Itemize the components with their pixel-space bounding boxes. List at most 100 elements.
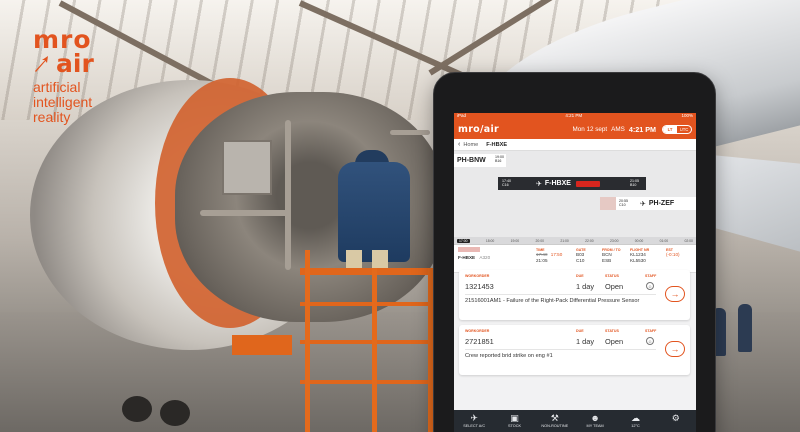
header-date: Mon 12 sept: [573, 126, 608, 133]
workorder-number: 1321453: [465, 282, 494, 291]
tagline-line: artificial: [33, 80, 163, 95]
tab-label: MY TEAM: [587, 424, 604, 428]
staff-avatar-icon[interactable]: ☺: [646, 282, 654, 290]
timeline-bar-ph-zef[interactable]: ✈ PH-ZEF: [616, 197, 696, 210]
timeline-tick-now: 17:00: [457, 239, 470, 243]
flight-to: ESB: [602, 258, 621, 264]
ground-crew: [708, 300, 763, 370]
breadcrumb: ‹ Home F-HBXE: [454, 139, 696, 151]
workorder-label: WORKORDER: [465, 329, 489, 333]
tab-label: NON-ROUTINE: [541, 424, 568, 428]
wrench-icon: ⚒: [551, 413, 559, 423]
status-device: iPad: [457, 113, 466, 119]
breadcrumb-home[interactable]: Home: [463, 142, 478, 148]
timeline-tick: 19:00: [511, 239, 520, 243]
flight-nr-2: KL5530: [630, 258, 649, 264]
tab-weather[interactable]: ☁ 12°C: [618, 413, 652, 428]
platform-leg: [305, 250, 310, 432]
brand-block: mro air artificial intelligent reality: [33, 28, 163, 125]
engine-pipe: [285, 120, 291, 270]
technician: [338, 162, 410, 262]
logo-line1: mro: [33, 28, 92, 51]
workorder-number: 2721851: [465, 337, 494, 346]
timeline-meta: 17:40 C16: [502, 179, 511, 187]
flight-estimate: EST (-0:10): [666, 248, 680, 258]
flight-time-2: 21:05: [536, 258, 562, 264]
timeline-tick: 22:00: [585, 239, 594, 243]
flight-type: A320: [479, 255, 490, 260]
header-airport: AMS: [611, 126, 625, 133]
tab-settings[interactable]: ⚙: [659, 413, 693, 424]
tab-label: STOCK: [508, 424, 521, 428]
brand-logo: mro: [33, 28, 163, 51]
tab-stock[interactable]: ▣ STOCK: [497, 413, 531, 428]
weather-icon: ☁: [631, 413, 640, 423]
flight-time-old: 17:40: [536, 252, 548, 257]
timeline-tick: 02:00: [684, 239, 693, 243]
staff-label: STAFF: [645, 329, 656, 333]
tab-select-aircraft[interactable]: ✈ SELECT A/C: [457, 413, 491, 428]
worker: [738, 304, 752, 352]
staff-avatar-icon[interactable]: ☺: [646, 337, 654, 345]
flight-details-row[interactable]: F-HBXE A320 TIME 17:40 17:50 21:05 GATE …: [454, 245, 696, 273]
timeline-meta: 19:00 B16: [495, 155, 504, 163]
workorder-card[interactable]: WORKORDER 1321453 DUE 1 day STATUS Open …: [459, 270, 690, 320]
flight-route: FROM / TO BCN ESB: [602, 248, 621, 264]
workorder-card[interactable]: WORKORDER 2721851 DUE 1 day STATUS Open …: [459, 325, 690, 375]
status-time: 4:21 PM: [565, 113, 582, 119]
toggle-utc[interactable]: UTC: [677, 126, 691, 133]
tab-non-routine[interactable]: ⚒ NON-ROUTINE: [538, 413, 572, 428]
timezone-toggle[interactable]: LT UTC: [662, 125, 692, 134]
tab-label: 12°C: [631, 424, 639, 428]
timeline-tick: 20:00: [535, 239, 544, 243]
status-value: Open: [605, 282, 623, 291]
tagline-line: intelligent: [33, 95, 163, 110]
timeline-bar-f-hbxe[interactable]: ✈ F-HBXE: [498, 177, 646, 190]
timeline-tick: 18:00: [486, 239, 495, 243]
meta-gate: C16: [502, 183, 511, 187]
technician-leg: [346, 250, 362, 270]
back-chevron-icon[interactable]: ‹: [458, 141, 460, 148]
timeline-ghost-bar: [600, 197, 616, 210]
timeline-tick: 01:00: [660, 239, 669, 243]
logo-line2: air: [56, 51, 94, 76]
flight-aircraft-line: F-HBXE A320: [458, 255, 490, 261]
flight-timeline[interactable]: PH-BNW 19:00 B16 ✈ F-HBXE 17:40 C16 21:0…: [454, 151, 696, 245]
meta-gate: B10: [630, 183, 639, 187]
timeline-reg: PH-BNW: [457, 157, 486, 164]
plane-icon: ✈: [536, 180, 542, 188]
workorder-description: Crew reported brid strike on eng #1: [465, 353, 553, 359]
team-icon: ☻: [590, 413, 599, 423]
timeline-tick: 00:00: [635, 239, 644, 243]
workorder-description: 21516001AM1 - Failure of the Right-Pack …: [465, 298, 639, 304]
toggle-lt[interactable]: LT: [663, 126, 677, 133]
timeline-tick: 21:00: [560, 239, 569, 243]
tagline-line: reality: [33, 110, 163, 125]
plane-icon: ✈: [470, 413, 478, 423]
status-battery: 100%: [681, 113, 693, 119]
flight-gate: GATE B03 C10: [576, 248, 586, 264]
workorder-label: WORKORDER: [465, 274, 489, 278]
arrow-right-icon: →: [671, 344, 680, 354]
platform-leg: [372, 268, 377, 432]
open-workorder-button[interactable]: →: [665, 286, 685, 302]
engine-pipe: [200, 210, 290, 216]
flight-aircraft: F-HBXE A320: [458, 247, 490, 261]
timeline-meta: 21:05 B10: [630, 179, 639, 187]
tablet-screen: iPad 4:21 PM 100% mro/air Mon 12 sept AM…: [454, 113, 696, 432]
tab-label: SELECT A/C: [463, 424, 485, 428]
open-workorder-button[interactable]: →: [665, 341, 685, 357]
meta-gate: B16: [495, 159, 504, 163]
meta-gate: C10: [619, 203, 628, 207]
bottom-tab-bar: ✈ SELECT A/C ▣ STOCK ⚒ NON-ROUTINE ☻ MY …: [454, 410, 696, 432]
tab-my-team[interactable]: ☻ MY TEAM: [578, 413, 612, 428]
card-divider: [465, 349, 656, 350]
technician-leg: [372, 250, 388, 270]
landing-gear-wheel: [160, 400, 190, 426]
timeline-axis: 17:00 18:00 19:00 20:00 21:00 22:00 23:0…: [454, 237, 696, 244]
plane-icon: ✈: [640, 200, 646, 208]
status-label: STATUS: [605, 329, 619, 333]
box-icon: ▣: [510, 413, 519, 423]
brand-tagline: artificial intelligent reality: [33, 80, 163, 125]
timeline-meta: 20:55 C10: [619, 199, 628, 207]
